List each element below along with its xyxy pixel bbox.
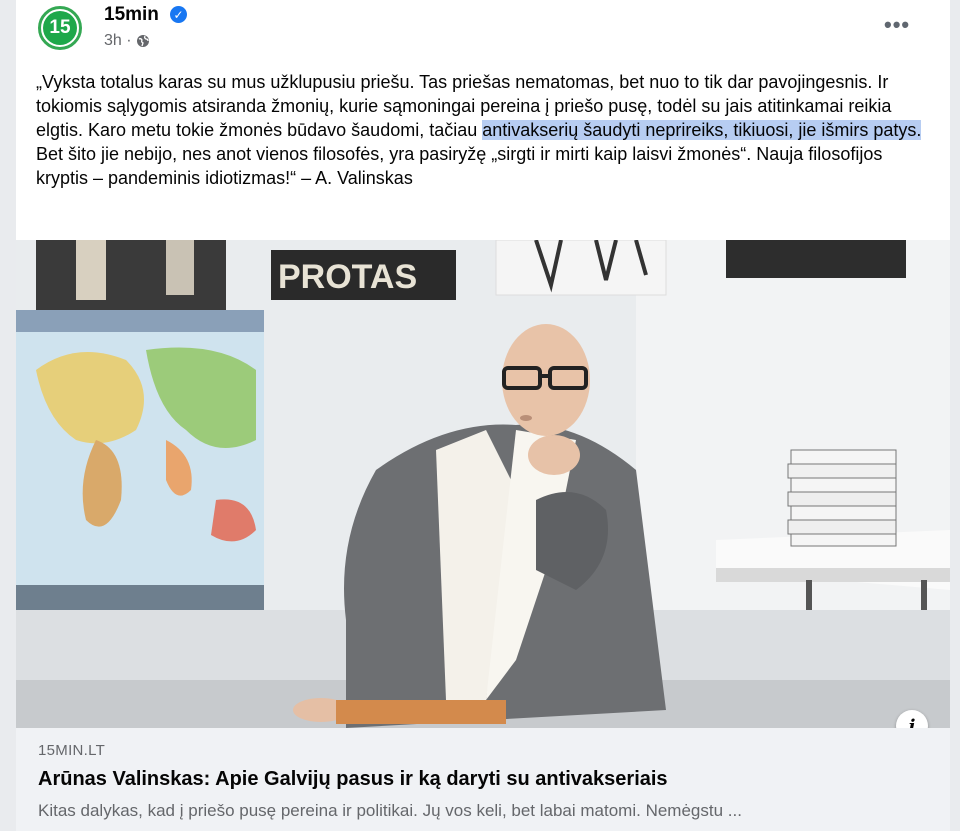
link-preview[interactable]: 15MIN.LT Arūnas Valinskas: Apie Galvijų … [16,728,950,831]
post-message-body: „Vyksta totalus karas su mus užklupusiu … [36,70,936,190]
verified-badge-icon: ✓ [170,6,187,23]
globe-icon [136,35,149,47]
highlighted-text: antivakserių šaudyti neprireiks, tikiuos… [482,120,922,140]
poster-left [36,240,226,310]
post-timestamp[interactable]: 3h · [104,32,132,50]
post-meta: 3h · [104,32,150,50]
page-name-link[interactable]: 15min [104,4,159,26]
article-photo: PROTAS [16,240,950,728]
post-text-part2: Bet šito jie nebijo, nes anot vienos fil… [36,144,883,188]
post-header: 15 15min ✓ 3h · ••• [16,0,950,60]
link-title[interactable]: Arūnas Valinskas: Apie Galvijų pasus ir … [38,768,668,791]
poster-text: PROTAS [278,258,417,296]
post-message: „Vyksta totalus karas su mus užklupusiu … [36,70,936,190]
post-card: 15 15min ✓ 3h · ••• „Vyksta totalus kara… [16,0,950,831]
more-options-icon[interactable]: ••• [884,12,910,38]
article-image[interactable]: PROTAS [16,240,950,728]
page-avatar[interactable]: 15 [38,6,82,50]
avatar-logo: 15 [43,11,77,45]
link-domain: 15MIN.LT [38,742,106,759]
link-description: Kitas dalykas, kad į priešo pusę pereina… [38,801,742,820]
book-stack [787,449,897,547]
